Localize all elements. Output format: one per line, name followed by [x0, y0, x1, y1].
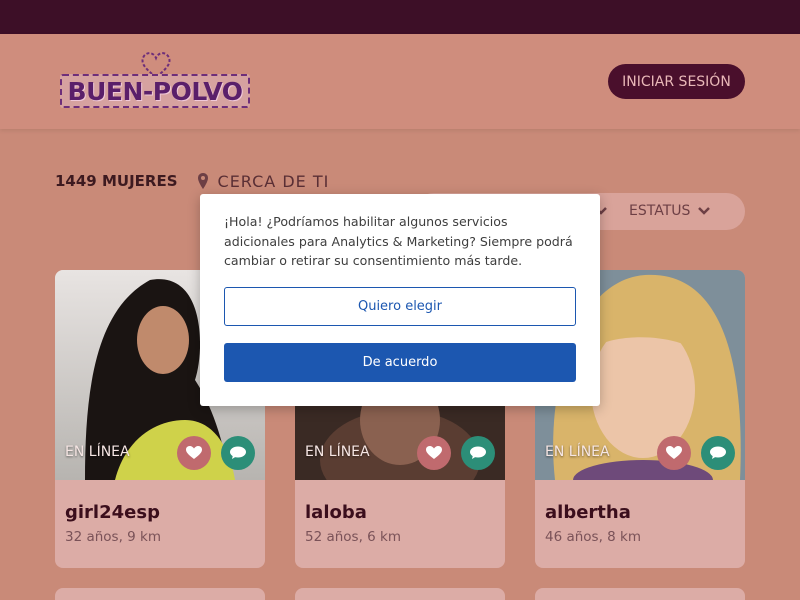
logo-text: BUEN-POLVO	[60, 74, 250, 108]
profile-meta: 32 años, 9 km	[65, 529, 162, 545]
site-logo[interactable]: BUEN-POLVO	[60, 50, 250, 112]
login-button[interactable]: INICIAR SESIÓN	[608, 64, 745, 99]
heart-icon	[426, 446, 442, 459]
profile-meta: 52 años, 6 km	[305, 529, 402, 545]
profile-card-partial[interactable]	[55, 588, 265, 600]
location-filter-label[interactable]: CERCA DE TI	[218, 172, 330, 191]
chat-button[interactable]	[701, 436, 735, 470]
profile-name[interactable]: girl24esp	[65, 502, 160, 523]
chevron-down-icon	[698, 207, 711, 215]
heart-icon	[186, 446, 202, 459]
chat-button[interactable]	[221, 436, 255, 470]
online-status: EN LÍNEA	[545, 444, 610, 460]
consent-message: ¡Hola! ¿Podríamos habilitar algunos serv…	[224, 214, 573, 268]
top-bar	[0, 0, 800, 34]
accept-consent-button[interactable]: De acuerdo	[224, 343, 576, 382]
chat-icon	[230, 446, 246, 459]
location-pin-icon	[197, 173, 208, 189]
status-filter[interactable]: ESTATUS	[629, 203, 711, 219]
status-filter-label: ESTATUS	[629, 203, 691, 219]
profile-card-partial[interactable]	[535, 588, 745, 600]
chat-button[interactable]	[461, 436, 495, 470]
profile-card-partial[interactable]	[295, 588, 505, 600]
heart-icon	[666, 446, 682, 459]
like-button[interactable]	[657, 436, 691, 470]
like-button[interactable]	[177, 436, 211, 470]
profile-meta: 46 años, 8 km	[545, 529, 642, 545]
chat-icon	[470, 446, 486, 459]
chat-icon	[710, 446, 726, 459]
online-status: EN LÍNEA	[65, 444, 130, 460]
like-button[interactable]	[417, 436, 451, 470]
online-status: EN LÍNEA	[305, 444, 370, 460]
results-summary: 1449 MUJERES CERCA DE TI	[55, 171, 329, 191]
results-count: 1449 MUJERES	[55, 172, 178, 190]
consent-dialog: ¡Hola! ¿Podríamos habilitar algunos serv…	[200, 194, 600, 406]
profile-name[interactable]: laloba	[305, 502, 367, 523]
profile-name[interactable]: albertha	[545, 502, 631, 523]
choose-consent-button[interactable]: Quiero elegir	[224, 287, 576, 326]
